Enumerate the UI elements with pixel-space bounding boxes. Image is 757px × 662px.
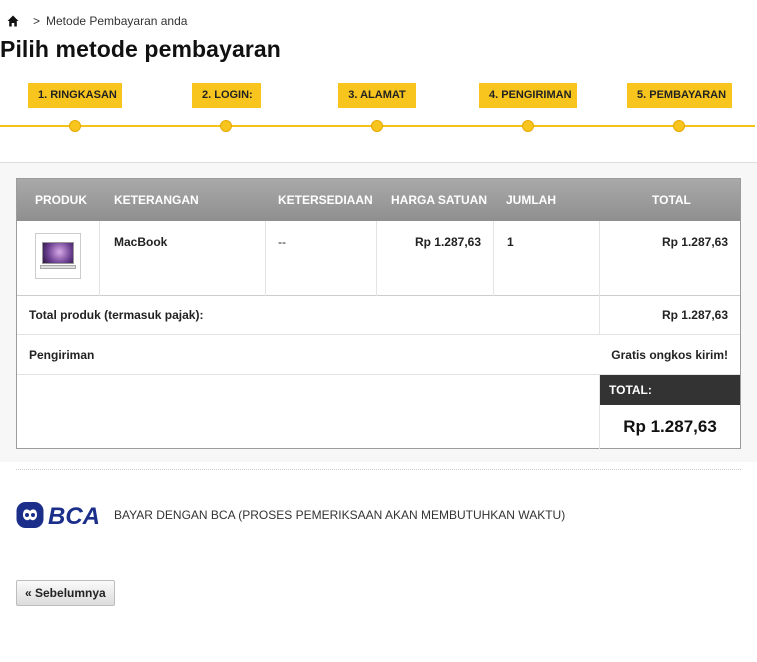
bca-logo: BCA	[16, 502, 100, 529]
step-dot	[522, 120, 534, 132]
header-product: PRODUK	[35, 193, 88, 207]
payment-option-bca[interactable]: BCA BAYAR DENGAN BCA (PROSES PEMERIKSAAN…	[16, 501, 565, 529]
product-quantity: 1	[507, 235, 514, 249]
step-dot	[220, 120, 232, 132]
shipping-value: Gratis ongkos kirim!	[611, 348, 728, 362]
table-header: PRODUK KETERANGAN KETERSEDIAAN HARGA SAT…	[17, 179, 740, 221]
column-divider	[265, 221, 266, 296]
column-divider	[376, 221, 377, 296]
column-divider	[493, 221, 494, 296]
step-label: 4. PENGIRIMAN	[479, 83, 577, 108]
grand-total-value: Rp 1.287,63	[623, 417, 717, 436]
product-unit-price: Rp 1.287,63	[414, 235, 481, 249]
total-products-value: Rp 1.287,63	[661, 308, 728, 322]
column-divider	[99, 221, 100, 296]
step-dot	[673, 120, 685, 132]
product-availability: --	[278, 235, 286, 249]
shipping-row: Pengiriman Gratis ongkos kirim!	[17, 335, 740, 375]
step-label: 1. RINGKASAN	[28, 83, 122, 108]
total-products-row: Total produk (termasuk pajak): Rp 1.287,…	[17, 296, 740, 335]
column-divider	[599, 221, 600, 296]
step-login[interactable]: 2. LOGIN:	[192, 83, 261, 132]
step-label: 2. LOGIN:	[192, 83, 261, 108]
breadcrumb-current: Metode Pembayaran anda	[46, 14, 188, 28]
macbook-base	[40, 265, 76, 269]
step-label: 3. ALAMAT	[338, 83, 416, 108]
header-total: TOTAL	[652, 193, 691, 207]
product-name-link[interactable]: MacBook	[114, 235, 167, 249]
macbook-screen	[42, 242, 74, 264]
step-summary[interactable]: 1. RINGKASAN	[28, 83, 122, 132]
column-divider	[599, 296, 600, 335]
header-availability: KETERSEDIAAN	[278, 193, 373, 207]
divider	[16, 469, 741, 470]
breadcrumb-separator: >	[33, 14, 41, 28]
payment-option-label: BAYAR DENGAN BCA (PROSES PEMERIKSAAN AKA…	[114, 508, 566, 522]
header-unit-price: HARGA SATUAN	[391, 193, 487, 207]
grand-total-label: TOTAL:	[600, 375, 740, 405]
step-payment[interactable]: 5. PEMBAYARAN	[627, 83, 732, 132]
header-description: KETERANGAN	[114, 193, 199, 207]
grand-total-box: TOTAL: Rp 1.287,63	[600, 375, 740, 449]
step-label: 5. PEMBAYARAN	[627, 83, 732, 108]
home-icon[interactable]	[7, 15, 19, 27]
breadcrumb: > Metode Pembayaran anda	[7, 14, 187, 28]
shipping-label: Pengiriman	[29, 348, 95, 362]
previous-button[interactable]: « Sebelumnya	[16, 580, 115, 606]
product-total: Rp 1.287,63	[661, 235, 728, 249]
bca-logo-text: BCA	[48, 503, 100, 529]
page-title: Pilih metode pembayaran	[0, 36, 281, 62]
step-address[interactable]: 3. ALAMAT	[338, 83, 416, 132]
header-quantity: JUMLAH	[506, 193, 556, 207]
step-shipping[interactable]: 4. PENGIRIMAN	[479, 83, 577, 132]
step-dot	[371, 120, 383, 132]
cart-summary-table: PRODUK KETERANGAN KETERSEDIAAN HARGA SAT…	[16, 178, 741, 449]
product-image[interactable]	[35, 233, 81, 279]
table-row: MacBook -- Rp 1.287,63 1 Rp 1.287,63	[17, 221, 740, 296]
step-dot	[69, 120, 81, 132]
total-products-label: Total produk (termasuk pajak):	[29, 308, 204, 322]
